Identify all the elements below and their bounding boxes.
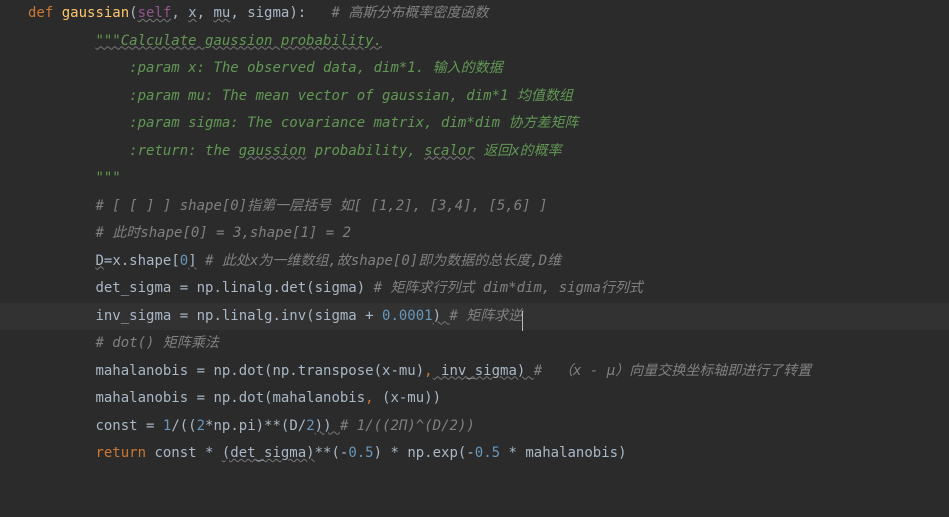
code-line[interactable]: :return: the gaussion probability, scalo… (0, 138, 949, 166)
indent (28, 60, 129, 76)
indent (28, 445, 95, 461)
docstring: :param x: The observed data, dim*1. 输入的数… (129, 60, 502, 76)
number: 0.5 (475, 445, 500, 461)
underlined-expr: (det_sigma) (222, 445, 315, 461)
comment: # [ [ ] ] shape[0]指第一层括号 如[ [1,2], [3,4]… (95, 198, 547, 214)
expr: x.shape[ (112, 253, 179, 269)
code-line[interactable]: # [ [ ] ] shape[0]指第一层括号 如[ [1,2], [3,4]… (0, 193, 949, 221)
comment: # 此时shape[0] = 3,shape[1] = 2 (95, 225, 351, 241)
code-line[interactable]: det_sigma = np.linalg.det(sigma) # 矩阵求行列… (0, 275, 949, 303)
number: 2 (197, 418, 205, 434)
number: 0.0001 (382, 308, 433, 324)
code-text: const = (95, 418, 162, 434)
param: x (188, 5, 196, 21)
indent (28, 33, 95, 49)
indent (28, 143, 129, 159)
keyword: def (28, 5, 53, 21)
spacer (197, 253, 205, 269)
code-text: (x-mu)) (374, 390, 441, 406)
text-caret (522, 311, 523, 331)
code-line[interactable]: def gaussian(self, x, mu, sigma): # 高斯分布… (0, 0, 949, 28)
comma: , (365, 390, 373, 406)
docstring-typo: scalor (424, 143, 475, 159)
comment: # dot() 矩阵乘法 (95, 335, 218, 351)
indent (28, 115, 129, 131)
code-editor[interactable]: def gaussian(self, x, mu, sigma): # 高斯分布… (0, 0, 949, 483)
variable: D (95, 253, 103, 269)
comment: # 矩阵求逆 (449, 308, 522, 324)
comment: # 此处x为一维数组,故shape[0]即为数据的总长度,D维 (205, 253, 561, 269)
indent (28, 198, 95, 214)
number: 2 (306, 418, 314, 434)
code-text: inv_sigma) (433, 363, 534, 379)
indent (28, 390, 95, 406)
code-line[interactable]: mahalanobis = np.dot(mahalanobis, (x-mu)… (0, 385, 949, 413)
indent (28, 308, 95, 324)
comma: , (424, 363, 432, 379)
param: mu (213, 5, 230, 21)
comma: , (230, 5, 247, 21)
code-line[interactable]: """ (0, 165, 949, 193)
code-text: mahalanobis = np.dot(np.transpose(x-mu) (95, 363, 424, 379)
spacer (306, 5, 331, 21)
comment: # 1/((2Π)^(D/2)) (340, 418, 475, 434)
code-text: /(( (171, 418, 196, 434)
docstring: 返回x的概率 (475, 143, 562, 159)
code-text: mahalanobis = np.dot(mahalanobis (95, 390, 365, 406)
number: 0 (180, 253, 188, 269)
paren: ): (289, 5, 306, 21)
docstring: :return: the (129, 143, 239, 159)
keyword: return (95, 445, 146, 461)
comma: , (197, 5, 214, 21)
code-line[interactable]: :param sigma: The covariance matrix, dim… (0, 110, 949, 138)
indent (28, 253, 95, 269)
code-line[interactable]: # dot() 矩阵乘法 (0, 330, 949, 358)
param: sigma (247, 5, 289, 21)
param-self: self (138, 5, 172, 21)
docstring: :param mu: The mean vector of gaussian, … (129, 88, 573, 104)
number: 0.5 (348, 445, 373, 461)
indent (28, 280, 95, 296)
comma: , (171, 5, 188, 21)
docstring-typo: gaussion (239, 143, 306, 159)
code-text: )) (315, 418, 340, 434)
indent (28, 170, 95, 186)
code-text: const * (146, 445, 222, 461)
indent (28, 335, 95, 351)
code-text: ) * np.exp(- (374, 445, 475, 461)
code-line[interactable]: """Calculate gaussion probability. (0, 28, 949, 56)
indent (28, 363, 95, 379)
indent (28, 225, 95, 241)
code-line[interactable]: mahalanobis = np.dot(np.transpose(x-mu),… (0, 358, 949, 386)
code-text: ) (433, 308, 450, 324)
code-line-active[interactable]: inv_sigma = np.linalg.inv(sigma + 0.0001… (0, 303, 949, 331)
docstring: probability, (306, 143, 424, 159)
comment: # 高斯分布概率密度函数 (332, 5, 489, 21)
comment: # （x - μ）向量交换坐标轴即进行了转置 (534, 363, 811, 379)
code-text: *np.pi)**(D/ (205, 418, 306, 434)
code-text: det_sigma = np.linalg.det(sigma) (95, 280, 373, 296)
indent (28, 88, 129, 104)
code-line[interactable]: D=x.shape[0] # 此处x为一维数组,故shape[0]即为数据的总长… (0, 248, 949, 276)
code-text: inv_sigma = np.linalg.inv(sigma + (95, 308, 382, 324)
docstring-end: """ (95, 170, 120, 186)
code-line[interactable]: # 此时shape[0] = 3,shape[1] = 2 (0, 220, 949, 248)
indent (28, 418, 95, 434)
function-name: gaussian (62, 5, 129, 21)
expr: ] (188, 253, 196, 269)
comment: # 矩阵求行列式 dim*dim, sigma行列式 (374, 280, 643, 296)
code-text: * mahalanobis) (500, 445, 626, 461)
code-line[interactable]: const = 1/((2*np.pi)**(D/2)) # 1/((2Π)^(… (0, 413, 949, 441)
code-line[interactable]: :param mu: The mean vector of gaussian, … (0, 83, 949, 111)
paren: ( (129, 5, 137, 21)
code-line[interactable]: :param x: The observed data, dim*1. 输入的数… (0, 55, 949, 83)
docstring: :param sigma: The covariance matrix, dim… (129, 115, 578, 131)
code-line[interactable]: return const * (det_sigma)**(-0.5) * np.… (0, 440, 949, 468)
code-text: **(- (315, 445, 349, 461)
docstring: """Calculate gaussion probability. (95, 33, 382, 49)
